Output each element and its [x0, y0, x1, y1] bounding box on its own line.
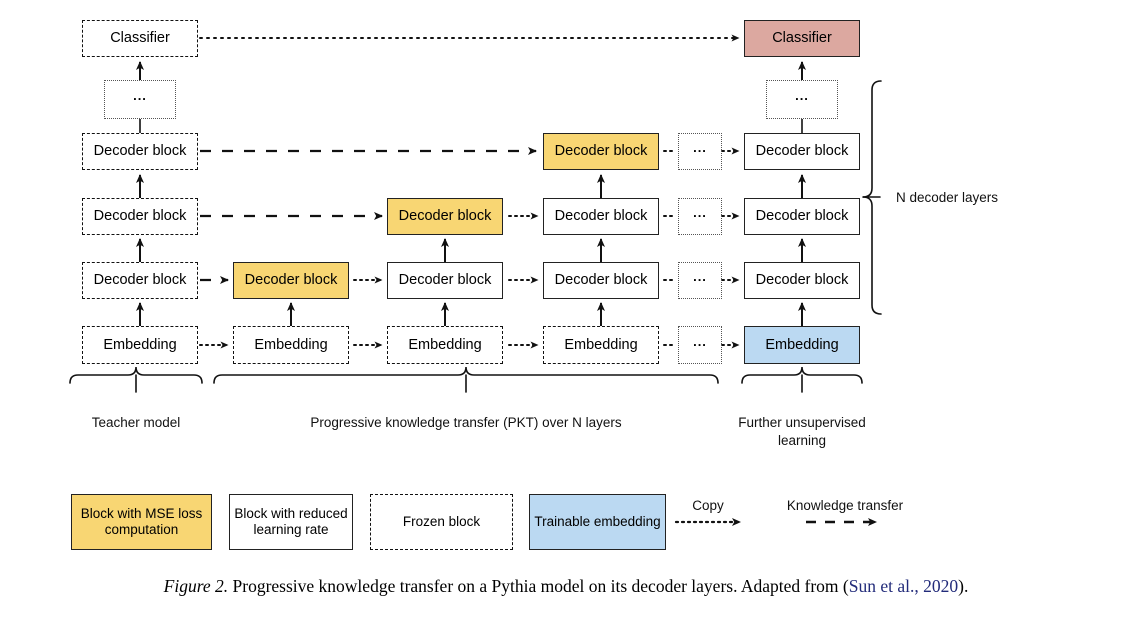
caption-label: Figure 2. — [163, 576, 229, 596]
ellipsis-glyph: ... — [693, 140, 707, 156]
teacher-embedding-box[interactable]: Embedding — [82, 326, 198, 364]
legend-mse-line2: computation — [104, 522, 179, 537]
ellipsis-glyph: ... — [693, 205, 707, 221]
step2-decoder-block-1[interactable]: Decoder block — [387, 262, 503, 299]
legend-swatch-mse-block: Block with MSE loss computation — [71, 494, 212, 550]
ellipsis-glyph: ... — [133, 88, 147, 104]
step3-decoder-block-1[interactable]: Decoder block — [543, 262, 659, 299]
gap-ellipsis-decoder-2: ... — [678, 198, 722, 235]
gap-ellipsis-decoder-3: ... — [678, 133, 722, 170]
brace-further — [741, 366, 863, 393]
brace-pkt — [213, 366, 719, 393]
final-decoder-block-1[interactable]: Decoder block — [744, 262, 860, 299]
legend-label-copy: Copy — [692, 498, 724, 513]
brace-label-further-line1: Further unsupervised — [738, 415, 866, 430]
teacher-decoder-block-3[interactable]: Decoder block — [82, 133, 198, 170]
teacher-decoder-block-1[interactable]: Decoder block — [82, 262, 198, 299]
legend-reduced-lr-line2: learning rate — [253, 522, 329, 537]
teacher-ellipsis-box: ... — [104, 80, 176, 119]
ellipsis-glyph: ... — [693, 269, 707, 285]
brace-label-further-unsupervised: Further unsupervised learning — [722, 414, 882, 450]
step1-embedding-box[interactable]: Embedding — [233, 326, 349, 364]
final-classifier-box[interactable]: Classifier — [744, 20, 860, 57]
step3-embedding-box[interactable]: Embedding — [543, 326, 659, 364]
brace-teacher — [69, 366, 203, 393]
caption-text: Progressive knowledge transfer on a Pyth… — [228, 576, 849, 596]
figure-container: Classifier ... Decoder block Decoder blo… — [0, 0, 1132, 630]
step1-decoder-block-1[interactable]: Decoder block — [233, 262, 349, 299]
figure-caption: Figure 2. Progressive knowledge transfer… — [0, 576, 1132, 597]
brace-n-decoder-layers — [862, 80, 882, 315]
legend-swatch-trainable-embedding: Trainable embedding — [529, 494, 666, 550]
final-decoder-block-3[interactable]: Decoder block — [744, 133, 860, 170]
final-embedding-box[interactable]: Embedding — [744, 326, 860, 364]
brace-label-further-line2: learning — [777, 433, 827, 449]
caption-end: ). — [958, 576, 969, 596]
legend-swatch-reduced-lr-block: Block with reduced learning rate — [229, 494, 353, 550]
gap-ellipsis-embedding: ... — [678, 326, 722, 364]
teacher-decoder-block-2[interactable]: Decoder block — [82, 198, 198, 235]
step2-decoder-block-2[interactable]: Decoder block — [387, 198, 503, 235]
caption-citation-link[interactable]: Sun et al., 2020 — [849, 576, 958, 596]
ellipsis-glyph: ... — [795, 88, 809, 104]
gap-ellipsis-decoder-1: ... — [678, 262, 722, 299]
final-decoder-block-2[interactable]: Decoder block — [744, 198, 860, 235]
step3-decoder-block-3[interactable]: Decoder block — [543, 133, 659, 170]
brace-label-n-decoder-layers: N decoder layers — [896, 190, 999, 205]
teacher-classifier-box[interactable]: Classifier — [82, 20, 198, 57]
final-ellipsis-box: ... — [766, 80, 838, 119]
brace-label-pkt: Progressive knowledge transfer (PKT) ove… — [310, 415, 622, 430]
brace-label-teacher-model: Teacher model — [91, 415, 181, 430]
step3-decoder-block-2[interactable]: Decoder block — [543, 198, 659, 235]
legend-label-knowledge-transfer: Knowledge transfer — [786, 498, 904, 513]
legend-swatch-frozen-block: Frozen block — [370, 494, 513, 550]
ellipsis-glyph: ... — [693, 333, 707, 349]
legend-mse-line1: Block with MSE loss — [80, 506, 203, 522]
legend-reduced-lr-line1: Block with reduced — [234, 506, 348, 522]
step2-embedding-box[interactable]: Embedding — [387, 326, 503, 364]
